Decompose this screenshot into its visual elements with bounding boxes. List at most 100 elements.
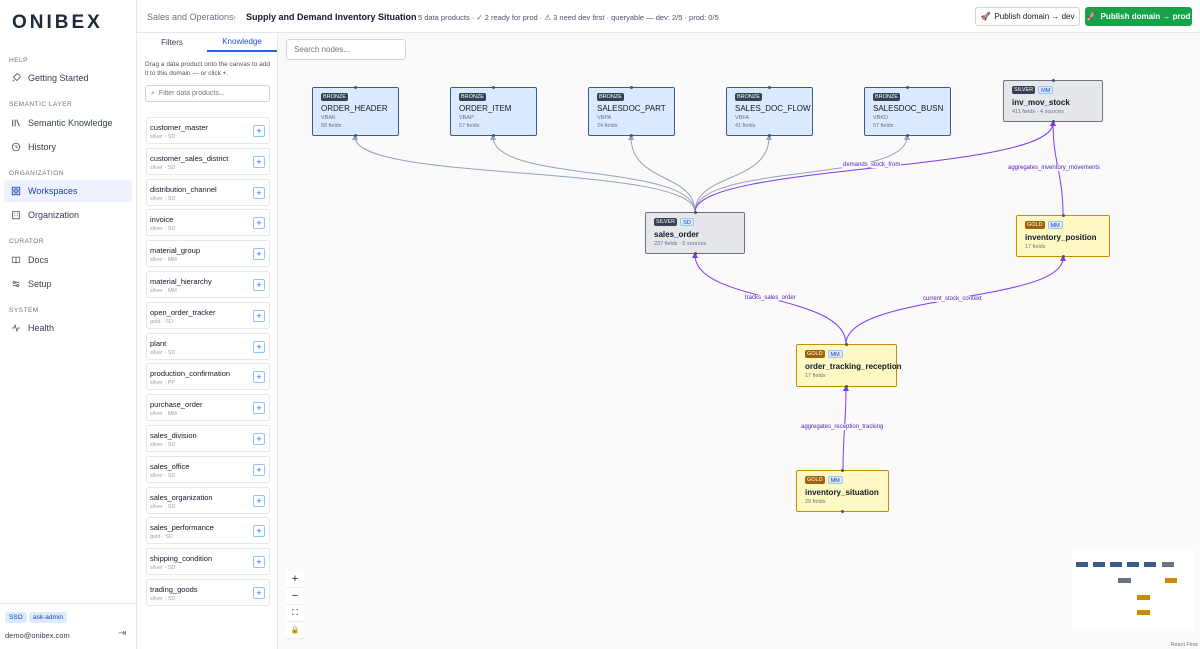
search-nodes-input[interactable] xyxy=(294,45,402,54)
target-handle[interactable] xyxy=(845,343,848,346)
lineage-edge[interactable] xyxy=(490,134,696,213)
list-item[interactable]: shipping_condition silver · SD + xyxy=(146,548,270,576)
list-item[interactable]: sales_division silver · SD + xyxy=(146,424,270,452)
app-logo[interactable]: ONIBEX xyxy=(12,12,103,34)
add-data-product-button[interactable]: + xyxy=(253,125,265,137)
node-inv-mov-stock[interactable]: SILVER MM inv_mov_stock 411 fields · 4 sour… xyxy=(1003,79,1103,123)
publish-prod-button[interactable]: 🚀 Publish domain → prod xyxy=(1085,7,1192,26)
add-data-product-button[interactable]: + xyxy=(253,248,265,261)
add-data-product-button[interactable]: + xyxy=(253,278,265,291)
sidebar-item-health[interactable]: Health xyxy=(4,317,132,339)
target-handle[interactable] xyxy=(693,211,697,214)
sidebar-item-setup[interactable]: Setup xyxy=(4,273,132,295)
lineage-edge[interactable] xyxy=(694,134,910,213)
add-data-product-button[interactable]: + xyxy=(253,217,265,230)
source-handle[interactable] xyxy=(906,134,909,137)
edge-label-current-stock[interactable]: current_stock_context xyxy=(922,296,983,302)
list-item[interactable]: material_hierarchy silver · MM + xyxy=(146,270,270,298)
node-order-item[interactable]: BRONZE ORDER_ITEM VBAP 57 fields xyxy=(450,86,537,137)
target-handle[interactable] xyxy=(1051,79,1055,82)
add-data-product-button[interactable]: + xyxy=(253,556,265,569)
sidebar-item-docs[interactable]: Docs xyxy=(4,249,132,271)
add-data-product-button[interactable]: + xyxy=(253,525,265,538)
source-handle[interactable] xyxy=(354,134,357,137)
logout-icon[interactable]: ⇥ xyxy=(118,628,126,639)
list-item[interactable]: sales_organization silver · SD + xyxy=(146,486,270,514)
filter-data-products-input[interactable] xyxy=(158,90,259,97)
list-item[interactable]: customer_sales_district silver · SD + xyxy=(146,147,270,175)
source-handle[interactable] xyxy=(693,252,697,255)
node-salesdoc-busn[interactable]: BRONZE SALESDOC_BUSN VBKD 57 fields xyxy=(864,86,951,137)
target-handle[interactable] xyxy=(630,86,633,89)
add-data-product-button[interactable]: + xyxy=(253,586,265,599)
node-order-tracking-reception[interactable]: GOLD MM order_tracking_reception 17 fields xyxy=(796,343,901,388)
list-item[interactable]: purchase_order silver · MM + xyxy=(146,394,270,422)
target-handle[interactable] xyxy=(768,86,771,89)
minimap[interactable] xyxy=(1072,549,1194,631)
target-handle[interactable] xyxy=(1061,214,1065,217)
list-item[interactable]: production_confirmation silver · PP + xyxy=(146,363,270,391)
lock-button[interactable]: 🔒 xyxy=(286,622,304,639)
sidebar-item-organization[interactable]: Organization xyxy=(4,204,132,226)
target-handle[interactable] xyxy=(841,469,844,472)
edge-label-aggregates-inv[interactable]: aggregates_inventory_movements xyxy=(1007,165,1102,171)
breadcrumb-parent[interactable]: Sales and Operations xyxy=(147,12,234,22)
add-data-product-button[interactable]: + xyxy=(253,186,265,199)
publish-dev-button[interactable]: 🚀 Publish domain → dev xyxy=(975,7,1080,26)
edge-label-aggregates-rec[interactable]: aggregates_reception_tracking xyxy=(800,424,885,430)
minimap-node xyxy=(1118,578,1131,583)
list-item[interactable]: customer_master silver · SD + xyxy=(146,117,270,144)
add-data-product-button[interactable]: + xyxy=(253,463,265,476)
sidebar-item-workspaces[interactable]: Workspaces xyxy=(4,180,132,202)
edge-label-demands[interactable]: demands_stock_from xyxy=(842,162,902,168)
tab-knowledge[interactable]: Knowledge xyxy=(207,33,277,52)
source-handle[interactable] xyxy=(630,134,633,137)
list-item[interactable]: plant silver · SD + xyxy=(146,332,270,360)
node-salesdoc-part[interactable]: BRONZE SALESDOC_PART VBPA 24 fields xyxy=(588,86,675,137)
zoom-in-button[interactable]: + xyxy=(286,571,304,588)
lineage-edge[interactable] xyxy=(694,134,772,213)
source-handle[interactable] xyxy=(841,510,844,513)
list-item[interactable]: sales_office silver · SD + xyxy=(146,455,270,483)
node-order-header[interactable]: BRONZE ORDER_HEADER VBAK 58 fields xyxy=(312,86,399,137)
add-data-product-button[interactable]: + xyxy=(253,402,265,415)
add-data-product-button[interactable]: + xyxy=(253,494,265,507)
target-handle[interactable] xyxy=(492,86,495,89)
add-data-product-button[interactable]: + xyxy=(253,340,265,353)
flow-canvas[interactable]: BRONZE ORDER_HEADER VBAK 58 fields BRONZE ORD… xyxy=(278,33,1200,649)
target-handle[interactable] xyxy=(354,86,357,89)
add-data-product-button[interactable]: + xyxy=(253,309,265,322)
sidebar-item-history[interactable]: History xyxy=(4,136,132,158)
edge-label-tracks[interactable]: tracks_sales_order xyxy=(744,295,797,301)
list-item[interactable]: trading_goods silver · SD + xyxy=(146,578,270,606)
target-handle[interactable] xyxy=(906,86,909,89)
list-item[interactable]: sales_performance gold · SD + xyxy=(146,517,270,545)
add-data-product-button[interactable]: + xyxy=(253,432,265,445)
minimap-node xyxy=(1076,562,1088,567)
fit-view-button[interactable]: ⛶ xyxy=(286,605,304,622)
sidebar-item-semantic-knowledge[interactable]: Semantic Knowledge xyxy=(4,112,132,134)
add-data-product-button[interactable]: + xyxy=(253,155,265,168)
list-item[interactable]: distribution_channel silver · SD + xyxy=(146,178,270,206)
list-item[interactable]: material_group silver · MM + xyxy=(146,240,270,268)
source-handle[interactable] xyxy=(1061,255,1065,258)
tab-filters[interactable]: Filters xyxy=(137,33,207,52)
node-source-table: VBKD xyxy=(873,115,888,121)
source-handle[interactable] xyxy=(768,134,771,137)
node-sales-order[interactable]: SILVER SD sales_order 237 fields · 5 source… xyxy=(645,211,745,255)
react-flow-attribution[interactable]: React Flow xyxy=(1170,642,1198,648)
list-item[interactable]: invoice silver · SD + xyxy=(146,209,270,237)
minimap-node xyxy=(1127,562,1139,567)
source-handle[interactable] xyxy=(1051,120,1055,123)
source-handle[interactable] xyxy=(845,385,848,388)
lineage-edge[interactable] xyxy=(352,134,696,213)
zoom-out-button[interactable]: − xyxy=(286,588,304,605)
node-inventory-situation[interactable]: GOLD MM inventory_situation 29 fields xyxy=(796,469,889,513)
source-handle[interactable] xyxy=(492,134,495,137)
node-inventory-position[interactable]: GOLD MM inventory_position 17 fields xyxy=(1016,214,1110,258)
node-sales-doc-flow[interactable]: BRONZE SALES_DOC_FLOW VBFA 41 fields xyxy=(726,86,813,137)
sidebar-item-getting-started[interactable]: Getting Started xyxy=(4,67,132,89)
lineage-edge[interactable] xyxy=(628,134,696,213)
add-data-product-button[interactable]: + xyxy=(253,371,265,384)
list-item[interactable]: open_order_tracker gold · SD + xyxy=(146,301,270,329)
